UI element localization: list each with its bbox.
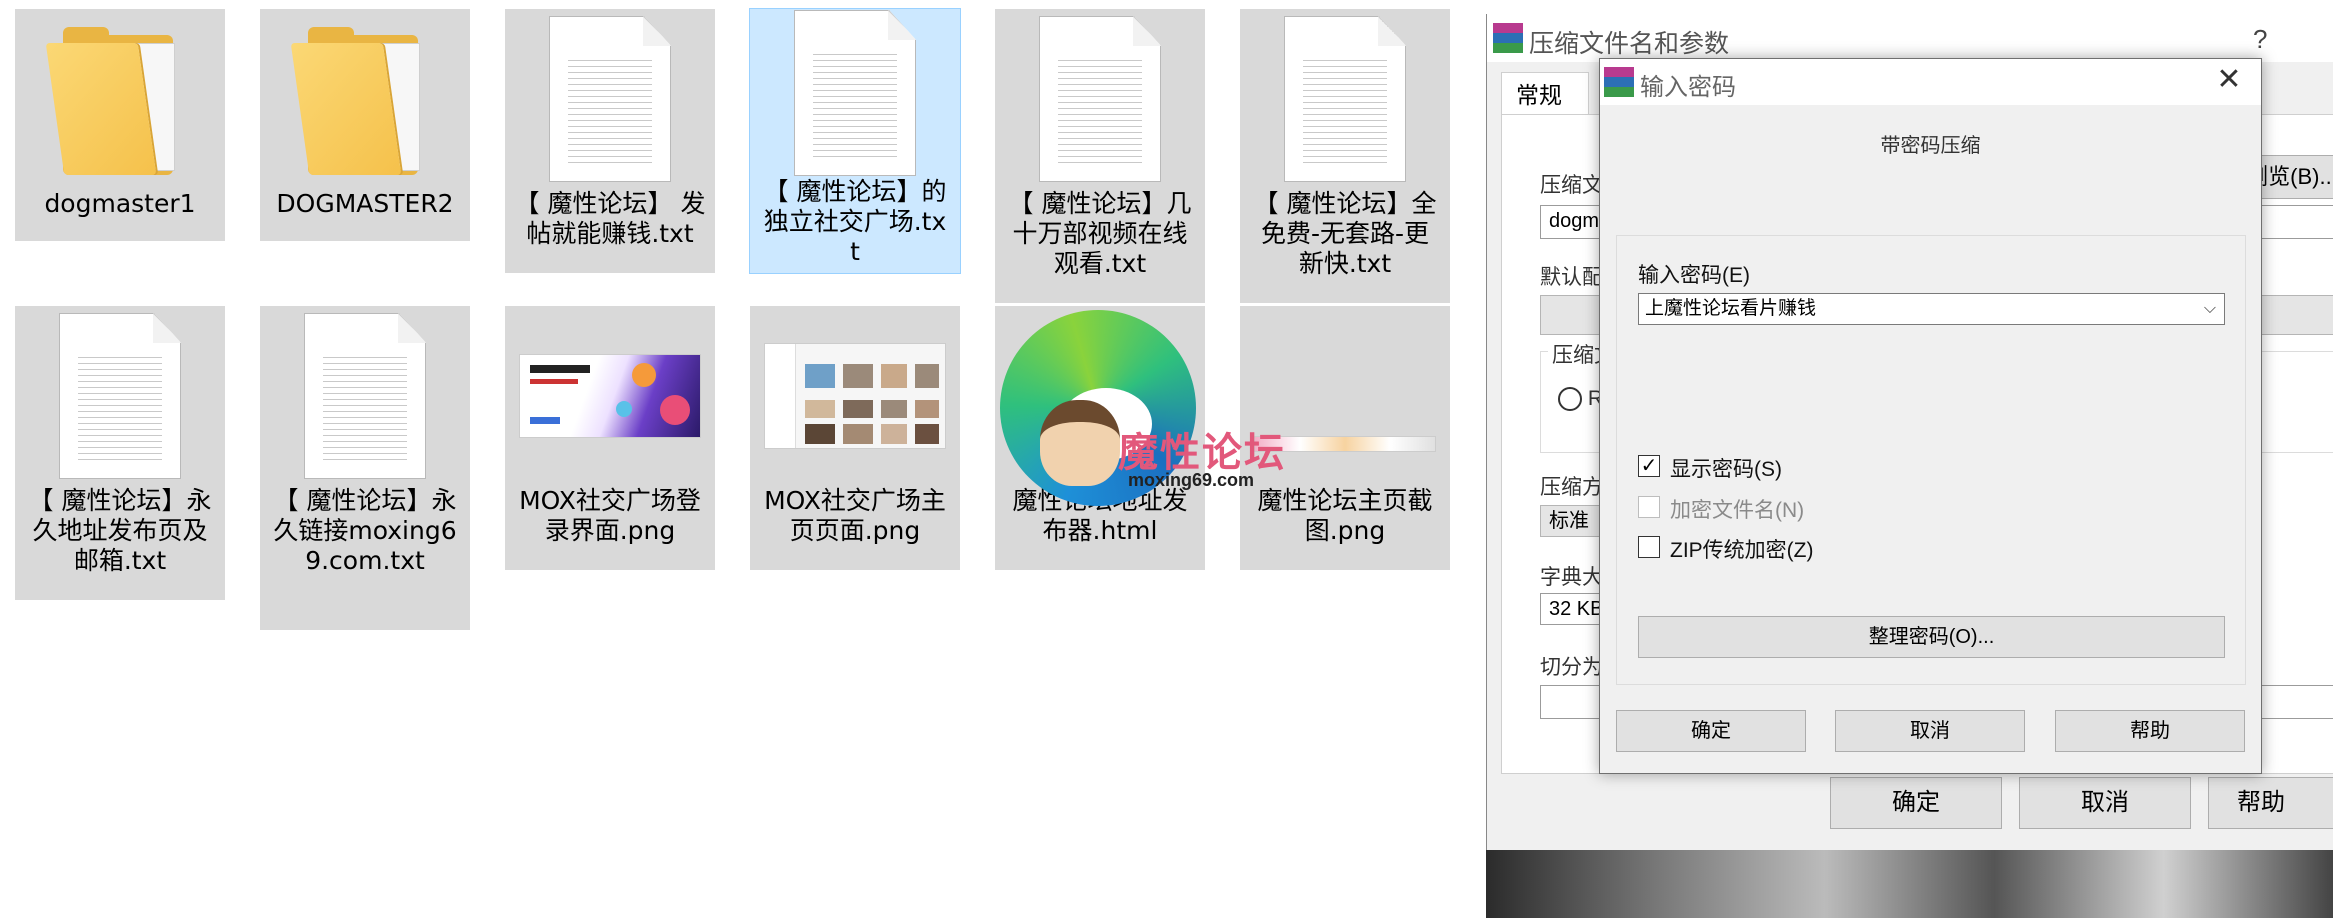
tab-general[interactable]: 常规	[1501, 72, 1589, 116]
file-item-png[interactable]: MOX社交广场主页页面.png	[750, 306, 960, 570]
file-item-txt[interactable]: 【 魔性论坛】永久地址发布页及邮箱.txt	[15, 306, 225, 600]
dialog-heading: 带密码压缩	[1880, 135, 1981, 157]
show-password-checkbox[interactable]: ✓	[1638, 455, 1660, 477]
method-label: 压缩方	[1540, 476, 1603, 499]
split-label: 切分为	[1540, 656, 1603, 679]
text-document-icon	[15, 306, 225, 486]
chevron-down-icon[interactable]: ⌵	[2204, 294, 2216, 324]
password-dialog: 输入密码 ✕ 带密码压缩 输入密码(E) 上魔性论坛看片赚钱 ⌵ ✓ 显示密码(…	[1599, 58, 2262, 774]
text-document-icon	[505, 9, 715, 189]
winrar-icon	[1493, 23, 1523, 53]
file-item-txt-selected[interactable]: 【 魔性论坛】的独立社交广场.txt	[749, 8, 961, 274]
file-item-folder[interactable]: DOGMASTER2	[260, 9, 470, 241]
format-radio[interactable]: R	[1558, 387, 1603, 412]
file-name: 魔性论坛主页截图.png	[1257, 486, 1433, 545]
encrypt-filenames-checkbox	[1638, 496, 1660, 518]
file-item-txt[interactable]: 【 魔性论坛】全免费-无套路-更新快.txt	[1240, 9, 1450, 303]
archive-name-label: 压缩文	[1540, 174, 1603, 197]
file-name: 【 魔性论坛】永久地址发布页及邮箱.txt	[28, 486, 212, 575]
winrar-icon	[1604, 67, 1634, 97]
zip-legacy-encryption-label: ZIP传统加密(Z)	[1670, 539, 1814, 562]
file-name: 【 魔性论坛】的独立社交广场.txt	[763, 177, 947, 266]
mascot-icon	[1040, 400, 1120, 486]
dialog-title: 压缩文件名和参数	[1529, 30, 1730, 58]
ok-button[interactable]: 确定	[1616, 710, 1806, 752]
password-value: 上魔性论坛看片赚钱	[1645, 298, 1817, 319]
file-name: 【 魔性论坛】几十万部视频在线观看.txt	[1008, 189, 1192, 278]
file-name: MOX社交广场登录界面.png	[519, 486, 701, 545]
help-icon[interactable]: ?	[2253, 24, 2267, 55]
text-document-icon	[1240, 9, 1450, 189]
zip-legacy-encryption-checkbox[interactable]	[1638, 536, 1660, 558]
file-name: MOX社交广场主页页面.png	[764, 486, 946, 545]
cancel-button[interactable]: 取消	[2019, 777, 2191, 829]
cancel-button[interactable]: 取消	[1835, 710, 2025, 752]
close-icon[interactable]: ✕	[2212, 63, 2246, 97]
password-label: 输入密码(E)	[1638, 264, 1750, 287]
file-name: 【 魔性论坛】 发帖就能赚钱.txt	[514, 189, 706, 248]
file-item-folder[interactable]: dogmaster1	[15, 9, 225, 241]
file-item-txt[interactable]: 【 魔性论坛】几十万部视频在线观看.txt	[995, 9, 1205, 303]
help-button[interactable]: 帮助	[2208, 777, 2333, 829]
text-document-icon	[750, 9, 960, 177]
folder-icon	[260, 9, 470, 189]
file-name: dogmaster1	[44, 189, 196, 218]
folder-icon	[15, 9, 225, 189]
dialog-titlebar[interactable]: 输入密码 ✕	[1600, 59, 2261, 105]
file-item-txt[interactable]: 【 魔性论坛】 发帖就能赚钱.txt	[505, 9, 715, 273]
dictionary-label: 字典大	[1540, 566, 1603, 589]
file-item-png[interactable]: MOX社交广场登录界面.png	[505, 306, 715, 570]
password-input[interactable]: 上魔性论坛看片赚钱 ⌵	[1638, 293, 2225, 325]
file-name: 【 魔性论坛】永久链接moxing69.com.txt	[273, 486, 457, 575]
text-document-icon	[995, 9, 1205, 189]
desktop-background	[1486, 850, 2333, 918]
organize-passwords-button[interactable]: 整理密码(O)...	[1638, 616, 2225, 658]
ok-button[interactable]: 确定	[1830, 777, 2002, 829]
default-profile-label: 默认配	[1540, 266, 1603, 289]
dialog-titlebar[interactable]: 压缩文件名和参数 ?	[1487, 14, 2333, 62]
text-document-icon	[260, 306, 470, 486]
file-name: DOGMASTER2	[276, 189, 454, 218]
image-thumbnail	[505, 306, 715, 486]
dialog-title: 输入密码	[1640, 74, 1736, 101]
file-name: 【 魔性论坛】全免费-无套路-更新快.txt	[1253, 189, 1437, 278]
watermark-url: moxing69.com	[1128, 470, 1255, 490]
show-password-label: 显示密码(S)	[1670, 458, 1782, 481]
encrypt-filenames-label: 加密文件名(N)	[1670, 499, 1805, 522]
help-button[interactable]: 帮助	[2055, 710, 2245, 752]
file-item-txt[interactable]: 【 魔性论坛】永久链接moxing69.com.txt	[260, 306, 470, 630]
image-thumbnail	[750, 306, 960, 486]
